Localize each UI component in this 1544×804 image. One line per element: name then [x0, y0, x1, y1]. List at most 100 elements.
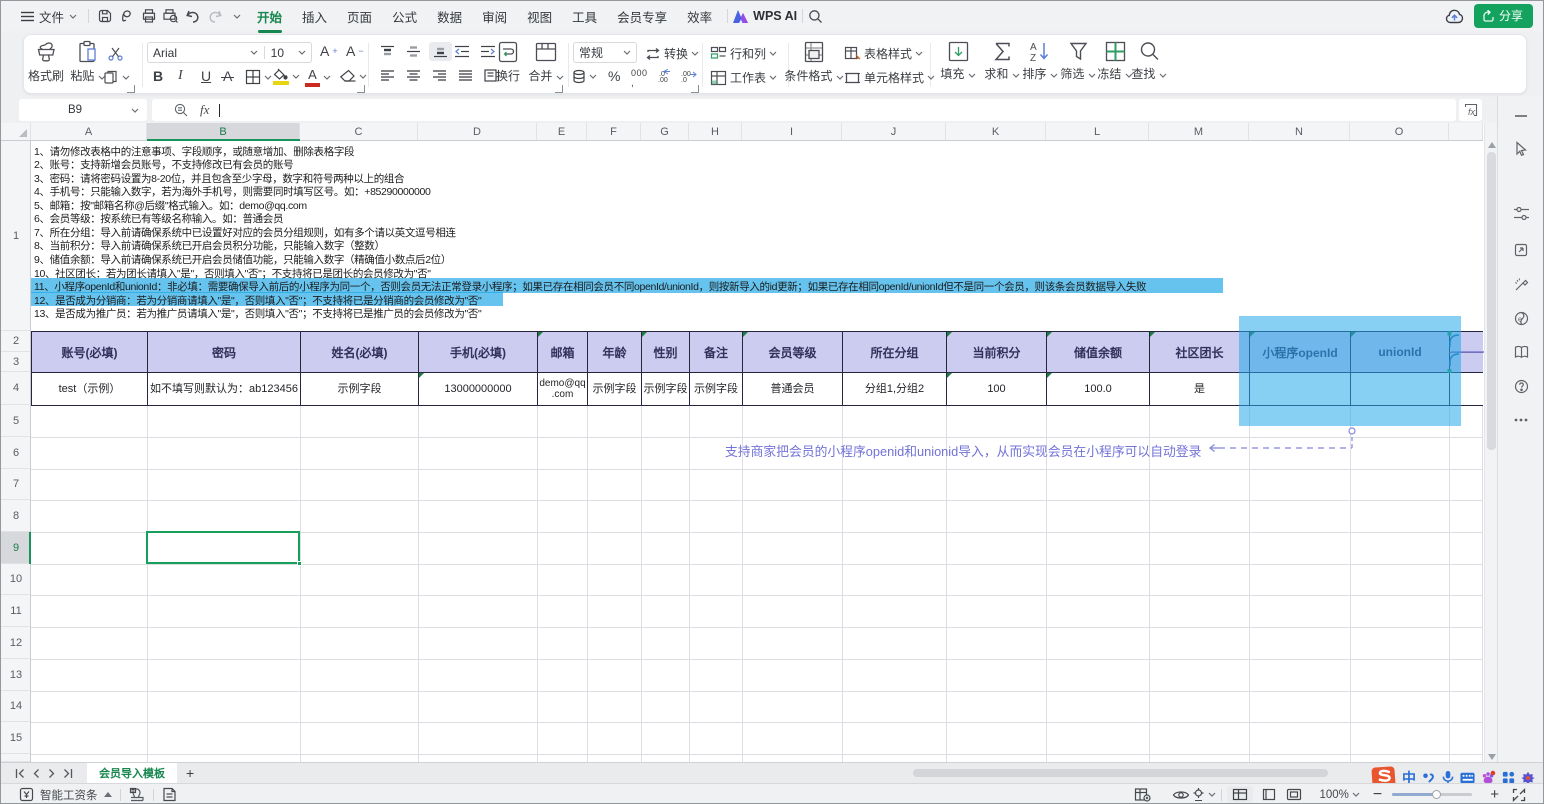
wrap-text-button[interactable]: 换行	[491, 40, 525, 84]
cell-style-button[interactable]: 单元格样式	[844, 69, 935, 86]
column-header-I[interactable]: I	[742, 123, 842, 141]
menu-tab-9[interactable]: 会员专享	[608, 2, 676, 31]
formula-bar[interactable]: fx	[152, 99, 1456, 121]
scroll-down-arrow[interactable]	[1488, 754, 1496, 760]
share-button[interactable]: 分享	[1474, 4, 1533, 28]
fullscreen-button[interactable]	[1512, 788, 1526, 802]
currency-button[interactable]	[572, 69, 597, 84]
menu-tab-5[interactable]: 数据	[428, 2, 471, 31]
strikethrough-button[interactable]: A	[223, 68, 232, 84]
table-value-D[interactable]: 13000000000	[419, 373, 537, 405]
selected-cell[interactable]	[146, 531, 300, 564]
undo-button[interactable]	[184, 8, 201, 25]
row-header-1[interactable]: 1	[1, 141, 31, 331]
row-header-partial[interactable]	[1, 754, 31, 762]
more-tools-button[interactable]	[1512, 411, 1530, 429]
table-header-F[interactable]: 年龄	[588, 332, 641, 372]
table-value-L[interactable]: 100.0	[1047, 373, 1149, 405]
row-header-12[interactable]: 12	[1, 627, 31, 659]
decrease-decimal-button[interactable]: .0.00	[654, 69, 672, 83]
column-header-C[interactable]: C	[300, 123, 418, 141]
column-header-N[interactable]: N	[1249, 123, 1350, 141]
cloud-upload-icon[interactable]	[1445, 8, 1464, 25]
decrease-indent-button[interactable]	[454, 45, 470, 58]
cursor-select-button[interactable]	[1512, 139, 1530, 157]
table-header-I[interactable]: 会员等级	[743, 332, 842, 372]
table-header-J[interactable]: 所在分组	[843, 332, 946, 372]
align-center-button[interactable]	[406, 69, 421, 82]
print-preview-button[interactable]	[162, 8, 179, 25]
horizontal-scroll-thumb[interactable]	[913, 769, 1328, 777]
add-sheet-button[interactable]: +	[186, 765, 194, 781]
table-header-A[interactable]: 账号(必填)	[32, 332, 147, 372]
number-format-select[interactable]: 常规	[573, 42, 637, 63]
sheet-tab-active[interactable]: 会员导入模板	[87, 763, 177, 784]
first-sheet-button[interactable]	[15, 769, 25, 778]
percent-button[interactable]: %	[608, 68, 620, 84]
table-header-C[interactable]: 姓名(必填)	[301, 332, 418, 372]
rows-cols-button[interactable]: 行和列	[710, 45, 777, 62]
page-break-view-button[interactable]	[1286, 788, 1302, 801]
column-header-D[interactable]: D	[418, 123, 537, 141]
conditional-format-button[interactable]: 条件格式	[782, 40, 846, 84]
formula-bar-expand-button[interactable]: fx	[1459, 99, 1482, 121]
font-color-button[interactable]: A	[305, 68, 331, 87]
number-dialog-launcher[interactable]	[691, 85, 699, 93]
selection-fill-handle[interactable]	[297, 561, 302, 566]
justify-button[interactable]	[458, 69, 473, 82]
convert-button[interactable]: 转换	[645, 45, 699, 62]
align-top-button[interactable]	[380, 45, 395, 58]
row-header-3[interactable]: 3	[1, 352, 31, 372]
merge-cells-button[interactable]: 合并	[526, 40, 566, 84]
vertical-scroll-thumb[interactable]	[1487, 152, 1496, 450]
column-header-J[interactable]: J	[842, 123, 946, 141]
menu-tab-7[interactable]: 视图	[518, 2, 561, 31]
spreadsheet-grid[interactable]: ABCDEFGHIJKLMNO123456789101112131415账号(必…	[1, 123, 1497, 762]
name-box[interactable]: B9	[19, 99, 147, 121]
fill-color-button[interactable]	[273, 68, 300, 85]
italic-button[interactable]: I	[178, 68, 183, 84]
table-header-G[interactable]: 性别	[642, 332, 689, 372]
increase-font-button[interactable]: A+	[320, 43, 338, 59]
row-header-15[interactable]: 15	[1, 722, 31, 754]
row-header-10[interactable]: 10	[1, 564, 31, 595]
table-value-H[interactable]: 示例字段	[690, 373, 742, 405]
table-header-B[interactable]: 密码	[148, 332, 300, 372]
row-header-6[interactable]: 6	[1, 437, 31, 469]
reference-book-button[interactable]	[1512, 343, 1530, 361]
cut-button[interactable]	[108, 47, 123, 61]
table-header-M[interactable]: 社区团长	[1150, 332, 1249, 372]
table-value-I[interactable]: 普通会员	[743, 373, 842, 405]
eye-protect-icon[interactable]	[1172, 789, 1190, 801]
row-header-14[interactable]: 14	[1, 691, 31, 722]
zoom-in-button[interactable]: +	[1490, 786, 1499, 803]
row-header-2[interactable]: 2	[1, 331, 31, 352]
menu-tab-1[interactable]: 开始	[248, 2, 291, 31]
redo-button[interactable]	[206, 8, 223, 25]
wps-ai-button[interactable]: WPS AI	[733, 9, 797, 23]
qat-more-button[interactable]	[228, 8, 245, 25]
table-style-button[interactable]: 表格样式	[844, 45, 923, 62]
collapse-ribbon-button[interactable]	[1512, 107, 1530, 125]
table-value-M[interactable]: 是	[1150, 373, 1249, 405]
file-menu-button[interactable]: 文件	[17, 5, 81, 28]
row-header-11[interactable]: 11	[1, 595, 31, 627]
align-bottom-button[interactable]	[429, 42, 452, 61]
scroll-up-arrow[interactable]	[1488, 142, 1496, 148]
save-button[interactable]	[96, 8, 113, 25]
smart-toolbox-button[interactable]	[1512, 275, 1530, 293]
filter-button[interactable]: 筛选	[1058, 40, 1098, 82]
table-value-K[interactable]: 100	[947, 373, 1046, 405]
table-value-J[interactable]: 分组1,分组2	[843, 373, 946, 405]
vertical-scrollbar[interactable]	[1484, 123, 1497, 762]
help-button[interactable]	[1512, 377, 1530, 395]
properties-button[interactable]	[1512, 204, 1530, 222]
table-value-G[interactable]: 示例字段	[642, 373, 689, 405]
alignment-dialog-launcher[interactable]	[555, 85, 563, 93]
table-value-B[interactable]: 如不填写则默认为：ab123456	[148, 373, 300, 405]
table-header-H[interactable]: 备注	[690, 332, 742, 372]
row-header-9[interactable]: 9	[1, 532, 31, 564]
locate-icon[interactable]	[1191, 787, 1206, 802]
skin-center-button[interactable]: e	[1512, 309, 1530, 327]
table-header-K[interactable]: 当前积分	[947, 332, 1046, 372]
